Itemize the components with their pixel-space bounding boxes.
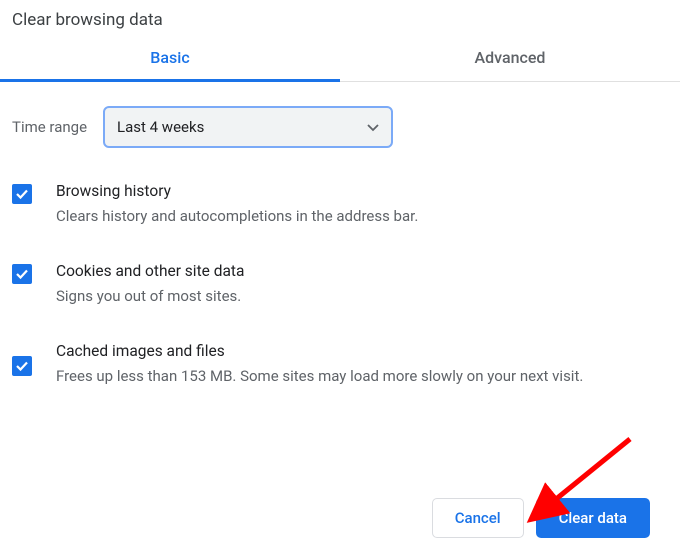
tab-advanced[interactable]: Advanced [340, 48, 680, 81]
time-range-label: Time range [12, 118, 87, 136]
caret-down-icon [367, 118, 379, 136]
option-text: Cookies and other site data Signs you ou… [56, 262, 244, 308]
clear-data-button[interactable]: Clear data [536, 498, 650, 538]
cancel-button[interactable]: Cancel [432, 498, 524, 538]
check-icon [14, 266, 30, 282]
option-desc: Signs you out of most sites. [56, 286, 244, 308]
time-range-value: Last 4 weeks [117, 118, 204, 136]
check-icon [14, 186, 30, 202]
dialog-title: Clear browsing data [0, 0, 680, 48]
time-range-row: Time range Last 4 weeks [12, 106, 668, 148]
option-desc: Frees up less than 153 MB. Some sites ma… [56, 366, 583, 388]
option-desc: Clears history and autocompletions in th… [56, 206, 418, 228]
tabs: Basic Advanced [0, 48, 680, 82]
option-browsing-history: Browsing history Clears history and auto… [12, 182, 668, 228]
checkbox-browsing-history[interactable] [12, 184, 32, 204]
check-icon [14, 358, 30, 374]
option-title: Cookies and other site data [56, 262, 244, 280]
option-text: Cached images and files Frees up less th… [56, 342, 583, 388]
option-title: Browsing history [56, 182, 418, 200]
content-panel: Time range Last 4 weeks Browsing history… [0, 82, 680, 387]
footer-buttons: Cancel Clear data [432, 498, 650, 538]
option-cache: Cached images and files Frees up less th… [12, 342, 668, 388]
option-title: Cached images and files [56, 342, 583, 360]
option-cookies: Cookies and other site data Signs you ou… [12, 262, 668, 308]
time-range-select[interactable]: Last 4 weeks [103, 106, 393, 148]
checkbox-cache[interactable] [12, 356, 32, 376]
option-text: Browsing history Clears history and auto… [56, 182, 418, 228]
checkbox-cookies[interactable] [12, 264, 32, 284]
tab-basic[interactable]: Basic [0, 48, 340, 81]
